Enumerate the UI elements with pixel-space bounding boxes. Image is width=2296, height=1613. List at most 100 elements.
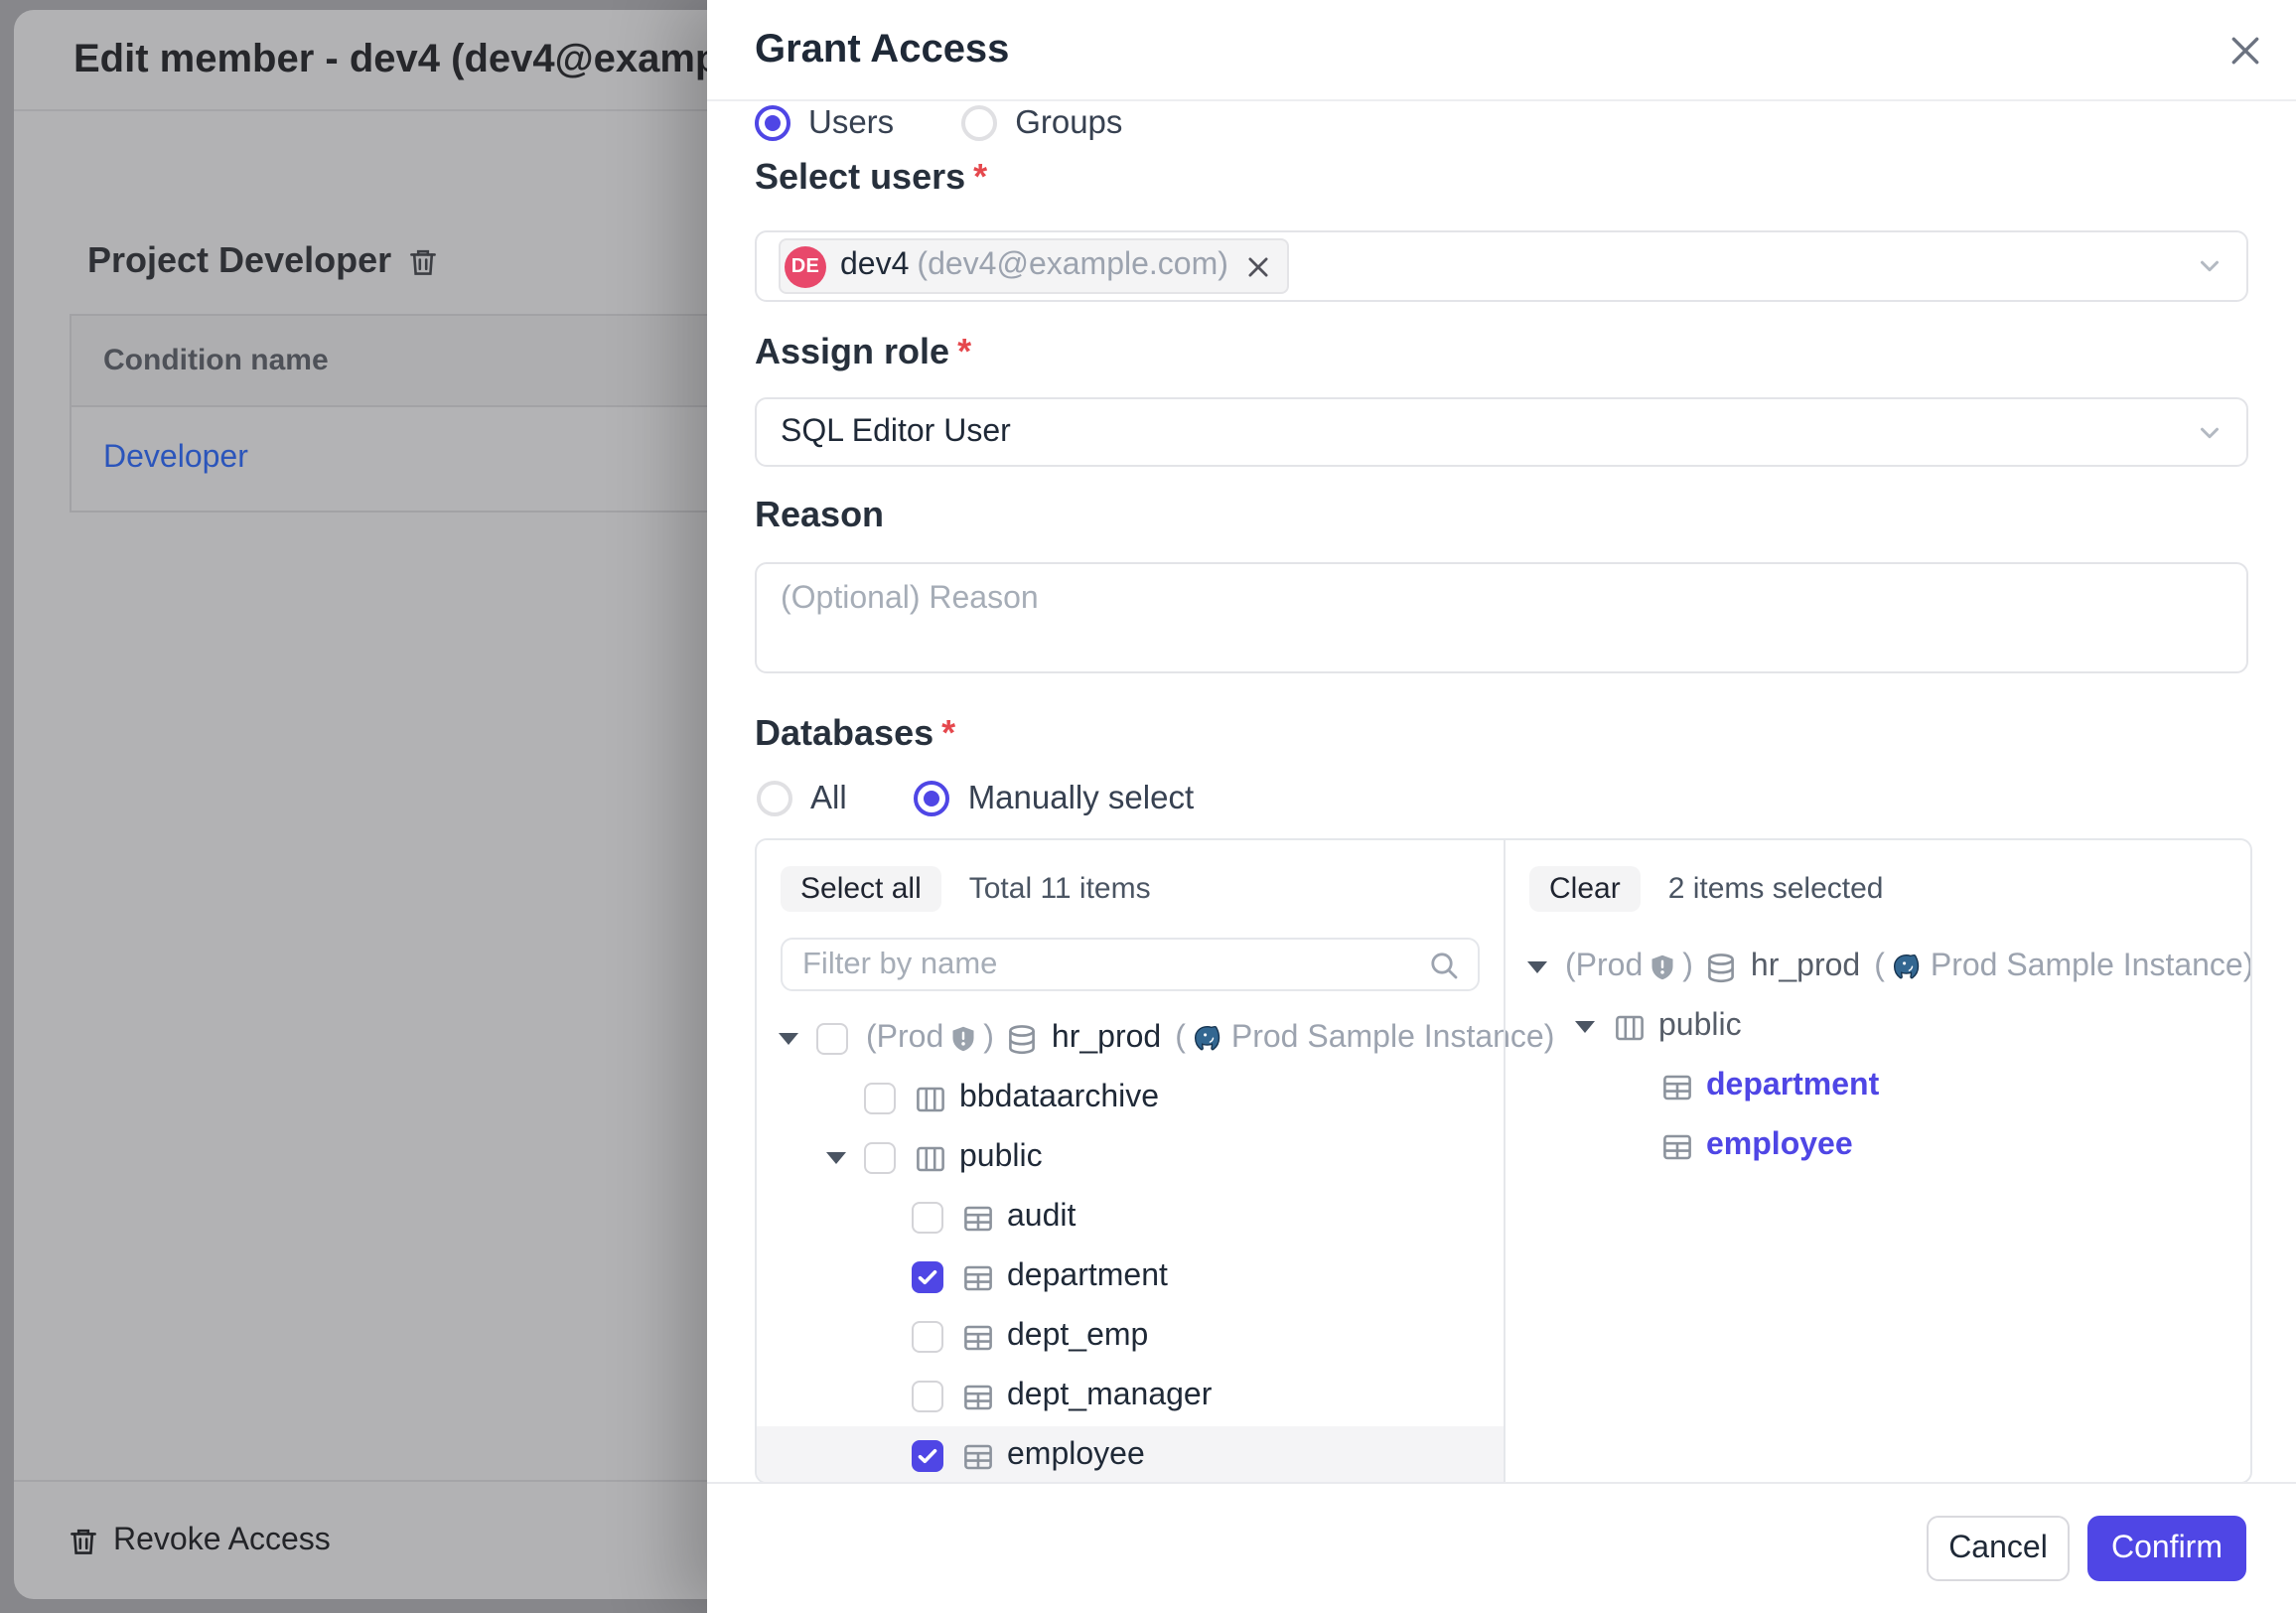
remove-user-icon[interactable] (1246, 253, 1272, 279)
node-label: hr_prod (1052, 1021, 1161, 1057)
instance-label: (Prod Sample Instance) (1874, 950, 2252, 985)
tree-row-dept-manager[interactable]: dept_manager (757, 1367, 1504, 1426)
radio-label: All (810, 780, 847, 817)
database-transfer: Select all Total 11 items (Prod)hr_prod(… (755, 838, 2252, 1484)
select-all-button[interactable]: Select all (781, 866, 941, 912)
select-users-label: Select users* (755, 155, 987, 199)
row-checkbox[interactable] (912, 1261, 943, 1293)
radio-manually-select[interactable]: Manually select (915, 780, 1194, 817)
modal-footer: Cancel Confirm (707, 1482, 2296, 1613)
tree-row-audit[interactable]: audit (757, 1188, 1504, 1247)
node-label: employee (1007, 1438, 1145, 1474)
databases-label: Databases* (755, 711, 955, 755)
caret-down-icon[interactable] (779, 1033, 798, 1045)
modal-header: Grant Access (707, 0, 2296, 101)
tree-row-bbdataarchive[interactable]: bbdataarchive (757, 1069, 1504, 1128)
shield-icon (949, 1025, 977, 1053)
schema-icon (1613, 1010, 1647, 1044)
caret-down-icon[interactable] (826, 1152, 846, 1164)
radio-users[interactable]: Users (755, 104, 894, 142)
tree-row-department[interactable]: department (1506, 1057, 2250, 1116)
radio-icon[interactable] (757, 781, 792, 816)
node-label: employee (1706, 1128, 1853, 1164)
radio-label: Users (808, 104, 894, 142)
role-section-title: Project Developer (87, 240, 439, 282)
user-tag-email: (dev4@example.com) (917, 248, 1228, 284)
source-panel-header: Select all Total 11 items (781, 866, 1480, 912)
filter-input[interactable] (783, 947, 1428, 982)
row-checkbox[interactable] (912, 1202, 943, 1234)
principal-radio-group: Users Groups (755, 99, 1190, 147)
row-checkbox[interactable] (912, 1321, 943, 1353)
selected-count-label: 2 items selected (1668, 872, 1884, 906)
tree-row-department[interactable]: department (757, 1247, 1504, 1307)
node-label: public (1658, 1009, 1742, 1045)
source-tree: (Prod)hr_prod(Prod Sample Instance)bbdat… (757, 1009, 1504, 1484)
required-mark: * (941, 713, 955, 753)
row-checkbox[interactable] (864, 1083, 896, 1114)
row-checkbox[interactable] (816, 1023, 848, 1055)
node-label: hr_prod (1751, 950, 1860, 985)
condition-link[interactable]: Developer (103, 441, 248, 477)
radio-icon[interactable] (755, 105, 790, 141)
databases-text: Databases (755, 713, 933, 753)
node-label: bbdataarchive (959, 1081, 1159, 1116)
reason-label: Reason (755, 493, 884, 536)
trash-icon (68, 1526, 99, 1557)
node-label: department (1007, 1259, 1168, 1295)
tree-row-employee[interactable]: employee (1506, 1116, 2250, 1176)
cancel-button[interactable]: Cancel (1927, 1516, 2070, 1581)
tree-row-public[interactable]: public (757, 1128, 1504, 1188)
radio-label: Manually select (968, 780, 1194, 817)
table-icon (1660, 1070, 1694, 1103)
revoke-access-button[interactable]: Revoke Access (113, 1524, 331, 1559)
schema-icon (914, 1082, 947, 1115)
role-select[interactable]: SQL Editor User (755, 397, 2248, 467)
tree-row-dept-emp[interactable]: dept_emp (757, 1307, 1504, 1367)
tree-row-public[interactable]: public (1506, 997, 2250, 1057)
postgres-icon (1192, 1022, 1225, 1056)
table-icon (961, 1260, 995, 1294)
chevron-down-icon (2195, 417, 2224, 447)
trash-icon[interactable] (407, 245, 439, 277)
close-icon[interactable] (2221, 26, 2268, 73)
tree-row-employee[interactable]: employee (757, 1426, 1504, 1484)
role-select-value: SQL Editor User (781, 414, 1011, 450)
tree-row-hr-prod[interactable]: (Prod) hr_prod (Prod Sample Instance) (1506, 938, 2250, 997)
table-icon (961, 1201, 995, 1235)
radio-icon[interactable] (915, 781, 950, 816)
transfer-selected-panel: Clear 2 items selected (Prod)hr_prod(Pro… (1504, 840, 2250, 1482)
node-label: dept_manager (1007, 1379, 1212, 1414)
environment-badge: (Prod) (866, 1021, 994, 1057)
filter-input-wrap (781, 938, 1480, 991)
user-tag-name: dev4 (840, 248, 909, 284)
radio-groups[interactable]: Groups (961, 104, 1122, 142)
select-users-text: Select users (755, 157, 965, 197)
reason-textarea[interactable] (755, 562, 2248, 673)
node-label: audit (1007, 1200, 1076, 1236)
transfer-source-panel: Select all Total 11 items (Prod)hr_prod(… (757, 840, 1504, 1482)
assign-role-text: Assign role (755, 332, 949, 371)
row-checkbox[interactable] (912, 1381, 943, 1412)
assign-role-label: Assign role* (755, 330, 971, 373)
environment-badge: (Prod) (1565, 950, 1693, 985)
row-checkbox[interactable] (912, 1440, 943, 1472)
row-checkbox[interactable] (864, 1142, 896, 1174)
radio-all[interactable]: All (757, 780, 847, 817)
caret-slot (773, 1033, 816, 1045)
select-users-input[interactable]: DE dev4 (dev4@example.com) (755, 230, 2248, 302)
drawer-title: Edit member - dev4 (dev4@example.com) (73, 10, 717, 109)
search-icon (1428, 949, 1460, 980)
modal-title: Grant Access (755, 0, 1009, 99)
total-items-label: Total 11 items (969, 872, 1151, 906)
radio-icon[interactable] (961, 105, 997, 141)
database-icon (1006, 1022, 1040, 1056)
avatar: DE (785, 245, 826, 287)
screen: Edit member - dev4 (dev4@example.com) Pr… (0, 0, 2296, 1613)
database-icon (1705, 951, 1739, 984)
tree-row-hr-prod[interactable]: (Prod)hr_prod(Prod Sample Instance) (757, 1009, 1504, 1069)
caret-down-icon[interactable] (1527, 961, 1547, 973)
clear-button[interactable]: Clear (1529, 866, 1641, 912)
caret-down-icon[interactable] (1575, 1021, 1595, 1033)
confirm-button[interactable]: Confirm (2087, 1516, 2246, 1581)
